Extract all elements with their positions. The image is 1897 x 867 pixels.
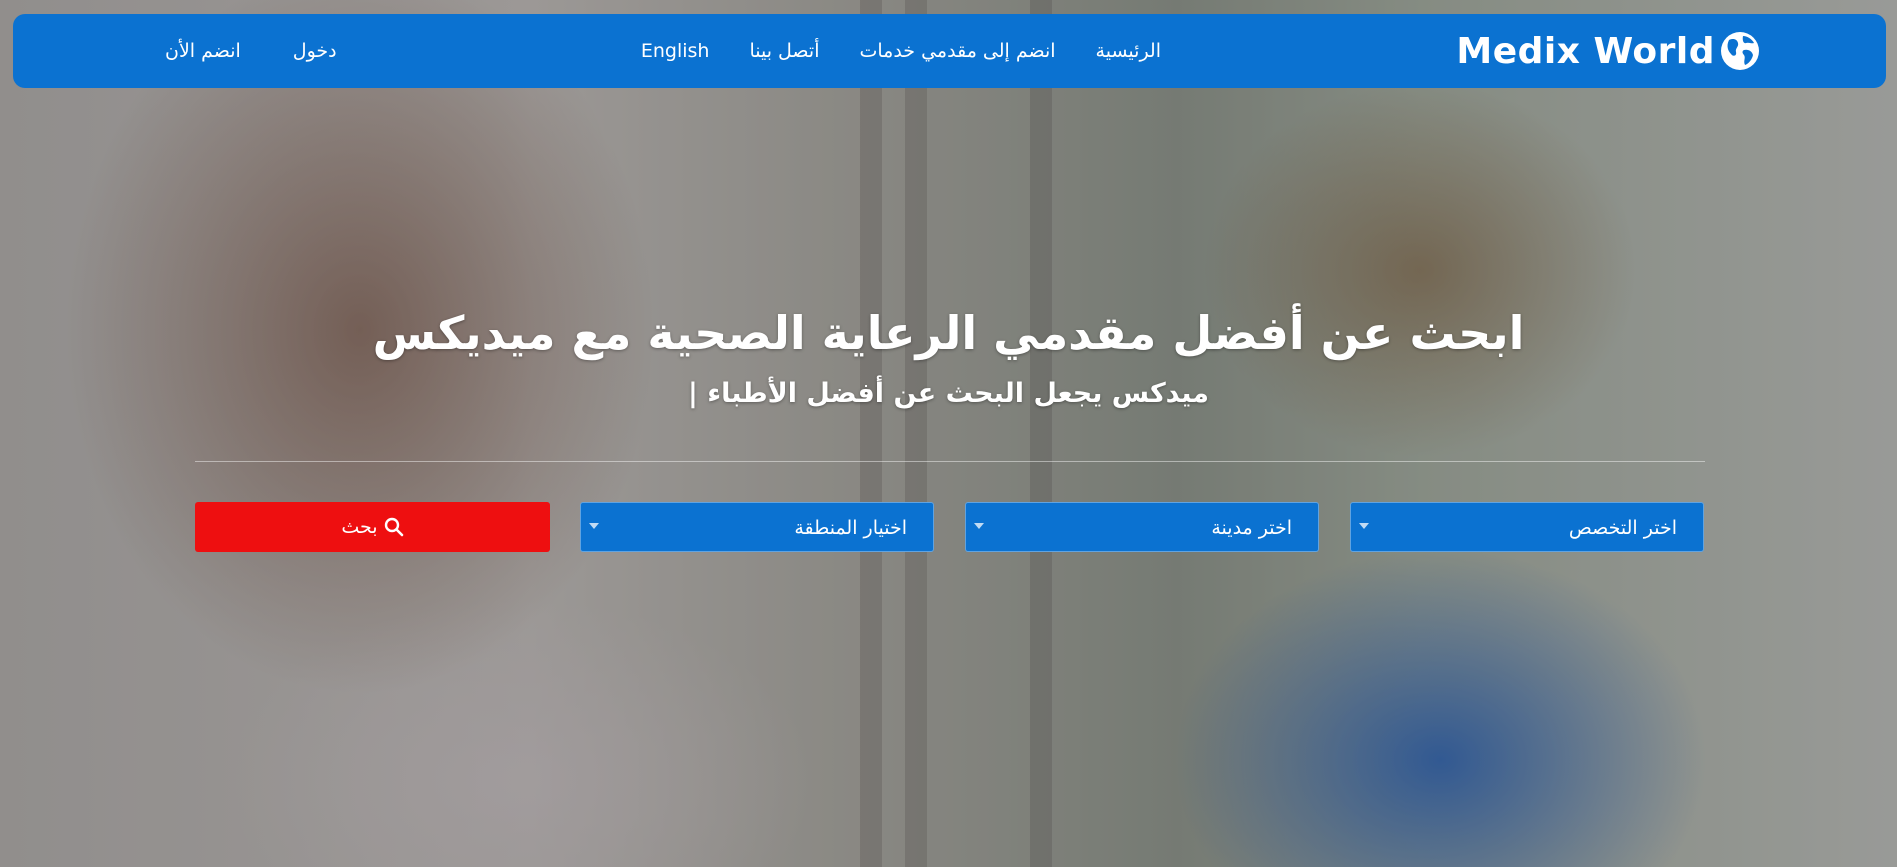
nav-contact-link[interactable]: أتصل بينا	[749, 40, 819, 62]
chevron-down-icon	[1359, 523, 1369, 529]
search-button[interactable]: بحث	[195, 502, 550, 552]
chevron-down-icon	[974, 523, 984, 529]
hero-divider	[195, 461, 1705, 462]
nav-language-link[interactable]: English	[641, 40, 710, 62]
hero-subtitle: ميدكس يجعل البحث عن أفضل الأطباء |	[688, 378, 1209, 409]
top-navbar: Medix World الرئيسية انضم إلى مقدمي خدما…	[13, 14, 1886, 88]
chevron-down-icon	[589, 523, 599, 529]
specialty-select[interactable]: اختر التخصص	[1350, 502, 1704, 552]
brand-logo[interactable]: Medix World	[1456, 28, 1761, 74]
hero-overlay	[0, 0, 1897, 867]
login-link[interactable]: دخول	[293, 40, 337, 62]
main-nav: الرئيسية انضم إلى مقدمي خدمات أتصل بينا …	[641, 14, 1161, 88]
join-now-link[interactable]: انضم الأن	[165, 40, 241, 62]
specialty-select-label: اختر التخصص	[1568, 517, 1677, 539]
region-select[interactable]: اختيار المنطقة	[580, 502, 934, 552]
brand-name: Medix World	[1456, 30, 1715, 72]
search-button-label: بحث	[341, 516, 378, 538]
hero-title: ابحث عن أفضل مقدمي الرعاية الصحية مع ميد…	[372, 306, 1525, 360]
search-icon	[384, 517, 403, 537]
auth-nav: دخول انضم الأن	[165, 14, 337, 88]
region-select-label: اختيار المنطقة	[794, 517, 907, 539]
globe-icon	[1721, 32, 1759, 70]
hero-background	[0, 0, 1897, 867]
nav-join-providers-link[interactable]: انضم إلى مقدمي خدمات	[859, 40, 1055, 62]
city-select-label: اختر مدينة	[1211, 517, 1292, 539]
city-select[interactable]: اختر مدينة	[965, 502, 1319, 552]
nav-home-link[interactable]: الرئيسية	[1096, 40, 1161, 62]
